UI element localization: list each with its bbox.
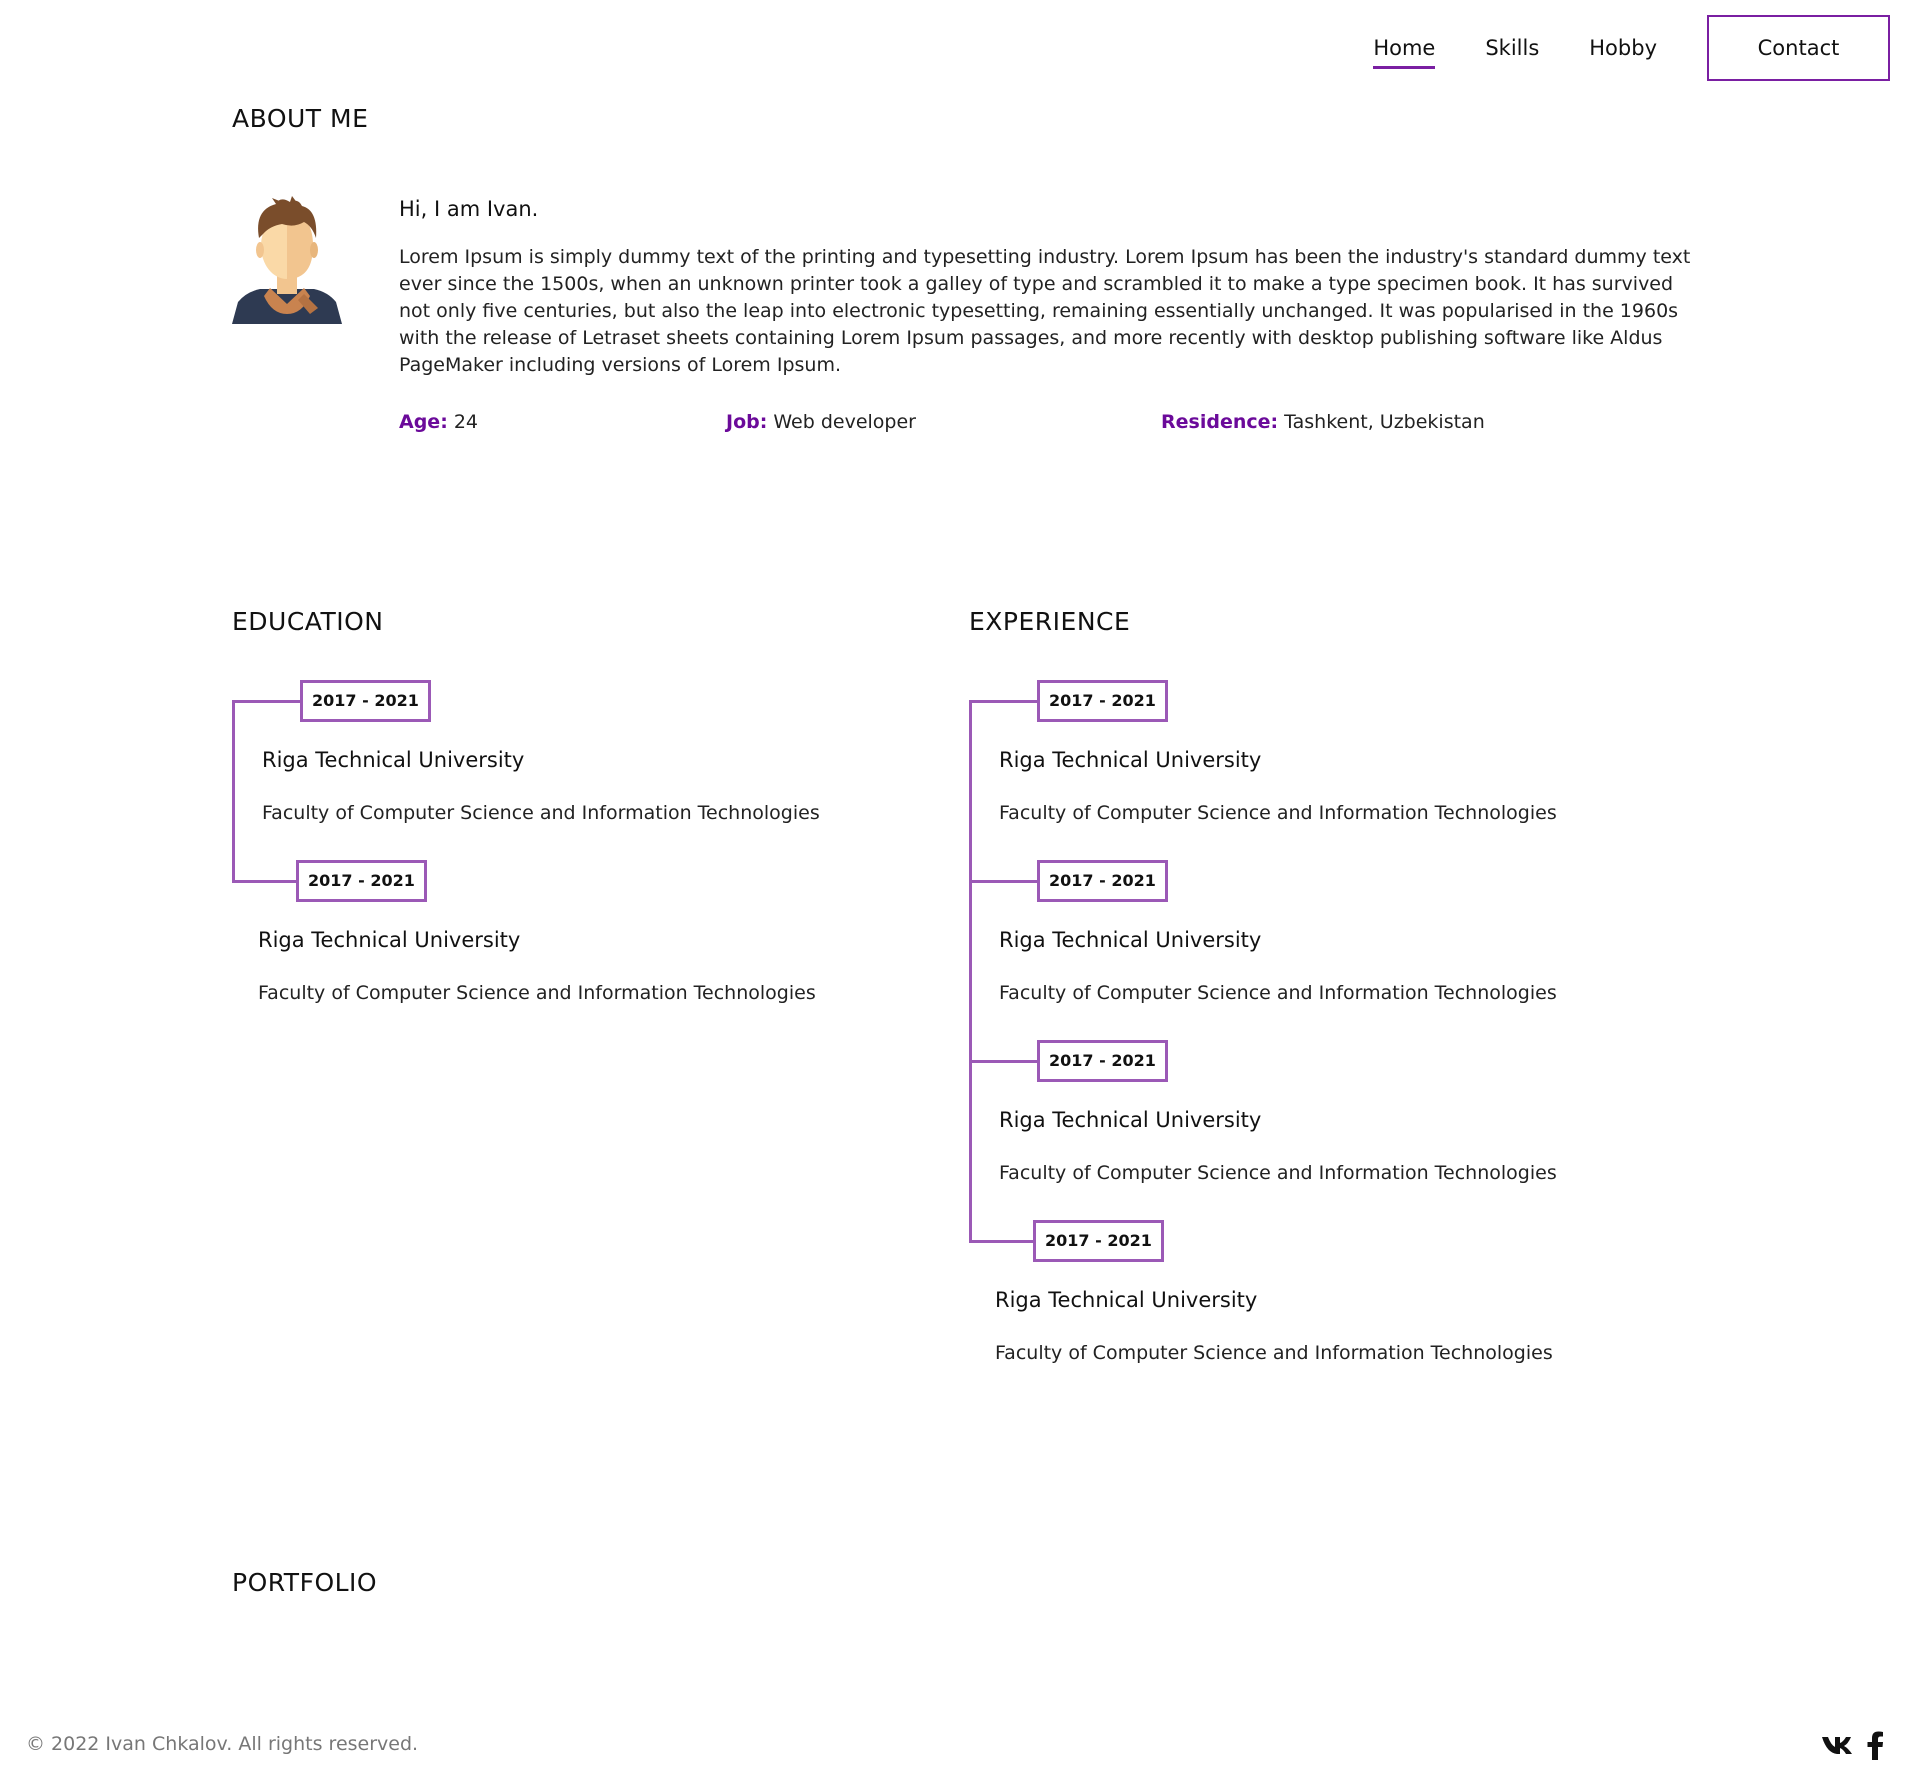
fact-job: Job: Web developer [726,411,916,433]
experience-role: Faculty of Computer Science and Informat… [999,982,1557,1004]
avatar [232,196,342,324]
experience-role: Faculty of Computer Science and Informat… [995,1342,1553,1364]
fact-age: Age: 24 [399,411,478,433]
experience-years-badge: 2017 - 2021 [1033,1220,1164,1262]
experience-role: Faculty of Computer Science and Informat… [999,1162,1557,1184]
education-faculty: Faculty of Computer Science and Informat… [262,802,820,824]
education-item: 2017 - 2021 Riga Technical University Fa… [232,680,932,860]
facebook-icon[interactable] [1858,1728,1892,1762]
nav-skills-link[interactable]: Skills [1485,37,1539,59]
vk-icon[interactable] [1820,1728,1854,1762]
experience-role: Faculty of Computer Science and Informat… [999,802,1557,824]
fact-residence-label: Residence: [1161,411,1279,433]
experience-item: 2017 - 2021 Riga Technical University Fa… [969,860,1669,1040]
experience-timeline: 2017 - 2021 Riga Technical University Fa… [969,680,1669,1440]
experience-years-badge: 2017 - 2021 [1037,680,1168,722]
fact-residence-value: Tashkent, Uzbekistan [1284,411,1485,433]
timeline-connector [969,700,1039,703]
contact-button[interactable]: Contact [1707,15,1890,81]
bio-paragraph: Lorem Ipsum is simply dummy text of the … [399,246,1691,376]
education-years-badge: 2017 - 2021 [296,860,427,902]
education-school: Riga Technical University [262,748,525,772]
nav-hobby-link[interactable]: Hobby [1589,37,1657,59]
timeline-connector [232,880,298,883]
education-years-badge: 2017 - 2021 [300,680,431,722]
facebook-icon-glyph [1867,1731,1883,1760]
education-title: EDUCATION [232,607,384,639]
vk-icon-glyph [1822,1737,1852,1754]
experience-company: Riga Technical University [999,928,1262,952]
fact-job-value: Web developer [773,411,916,433]
experience-years-badge: 2017 - 2021 [1037,1040,1168,1082]
experience-title: EXPERIENCE [969,607,1131,639]
fact-residence: Residence: Tashkent, Uzbekistan [1161,411,1485,433]
portfolio-title: PORTFOLIO [232,1568,378,1600]
fact-job-label: Job: [726,411,768,433]
education-faculty: Faculty of Computer Science and Informat… [258,982,816,1004]
experience-company: Riga Technical University [995,1288,1258,1312]
fact-age-label: Age: [399,411,448,433]
timeline-connector [969,1060,1039,1063]
nav-home-link[interactable]: Home [1373,37,1436,69]
experience-item: 2017 - 2021 Riga Technical University Fa… [969,680,1669,860]
experience-item: 2017 - 2021 Riga Technical University Fa… [969,1220,1669,1400]
experience-company: Riga Technical University [999,748,1262,772]
experience-item: 2017 - 2021 Riga Technical University Fa… [969,1040,1669,1220]
about-title: ABOUT ME [232,104,369,136]
experience-years-badge: 2017 - 2021 [1037,860,1168,902]
education-item: 2017 - 2021 Riga Technical University Fa… [232,860,932,1040]
fact-age-value: 24 [453,411,479,433]
education-school: Riga Technical University [258,928,521,952]
timeline-connector [969,1240,1035,1243]
education-timeline: 2017 - 2021 Riga Technical University Fa… [232,680,932,1080]
main-nav: Home Skills Hobby Contact [1373,15,1890,81]
greeting-heading: Hi, I am Ivan. [399,197,539,221]
timeline-connector [969,880,1039,883]
timeline-connector [232,700,302,703]
experience-company: Riga Technical University [999,1108,1262,1132]
footer-copyright: © 2022 Ivan Chkalov. All rights reserved… [26,1733,419,1755]
